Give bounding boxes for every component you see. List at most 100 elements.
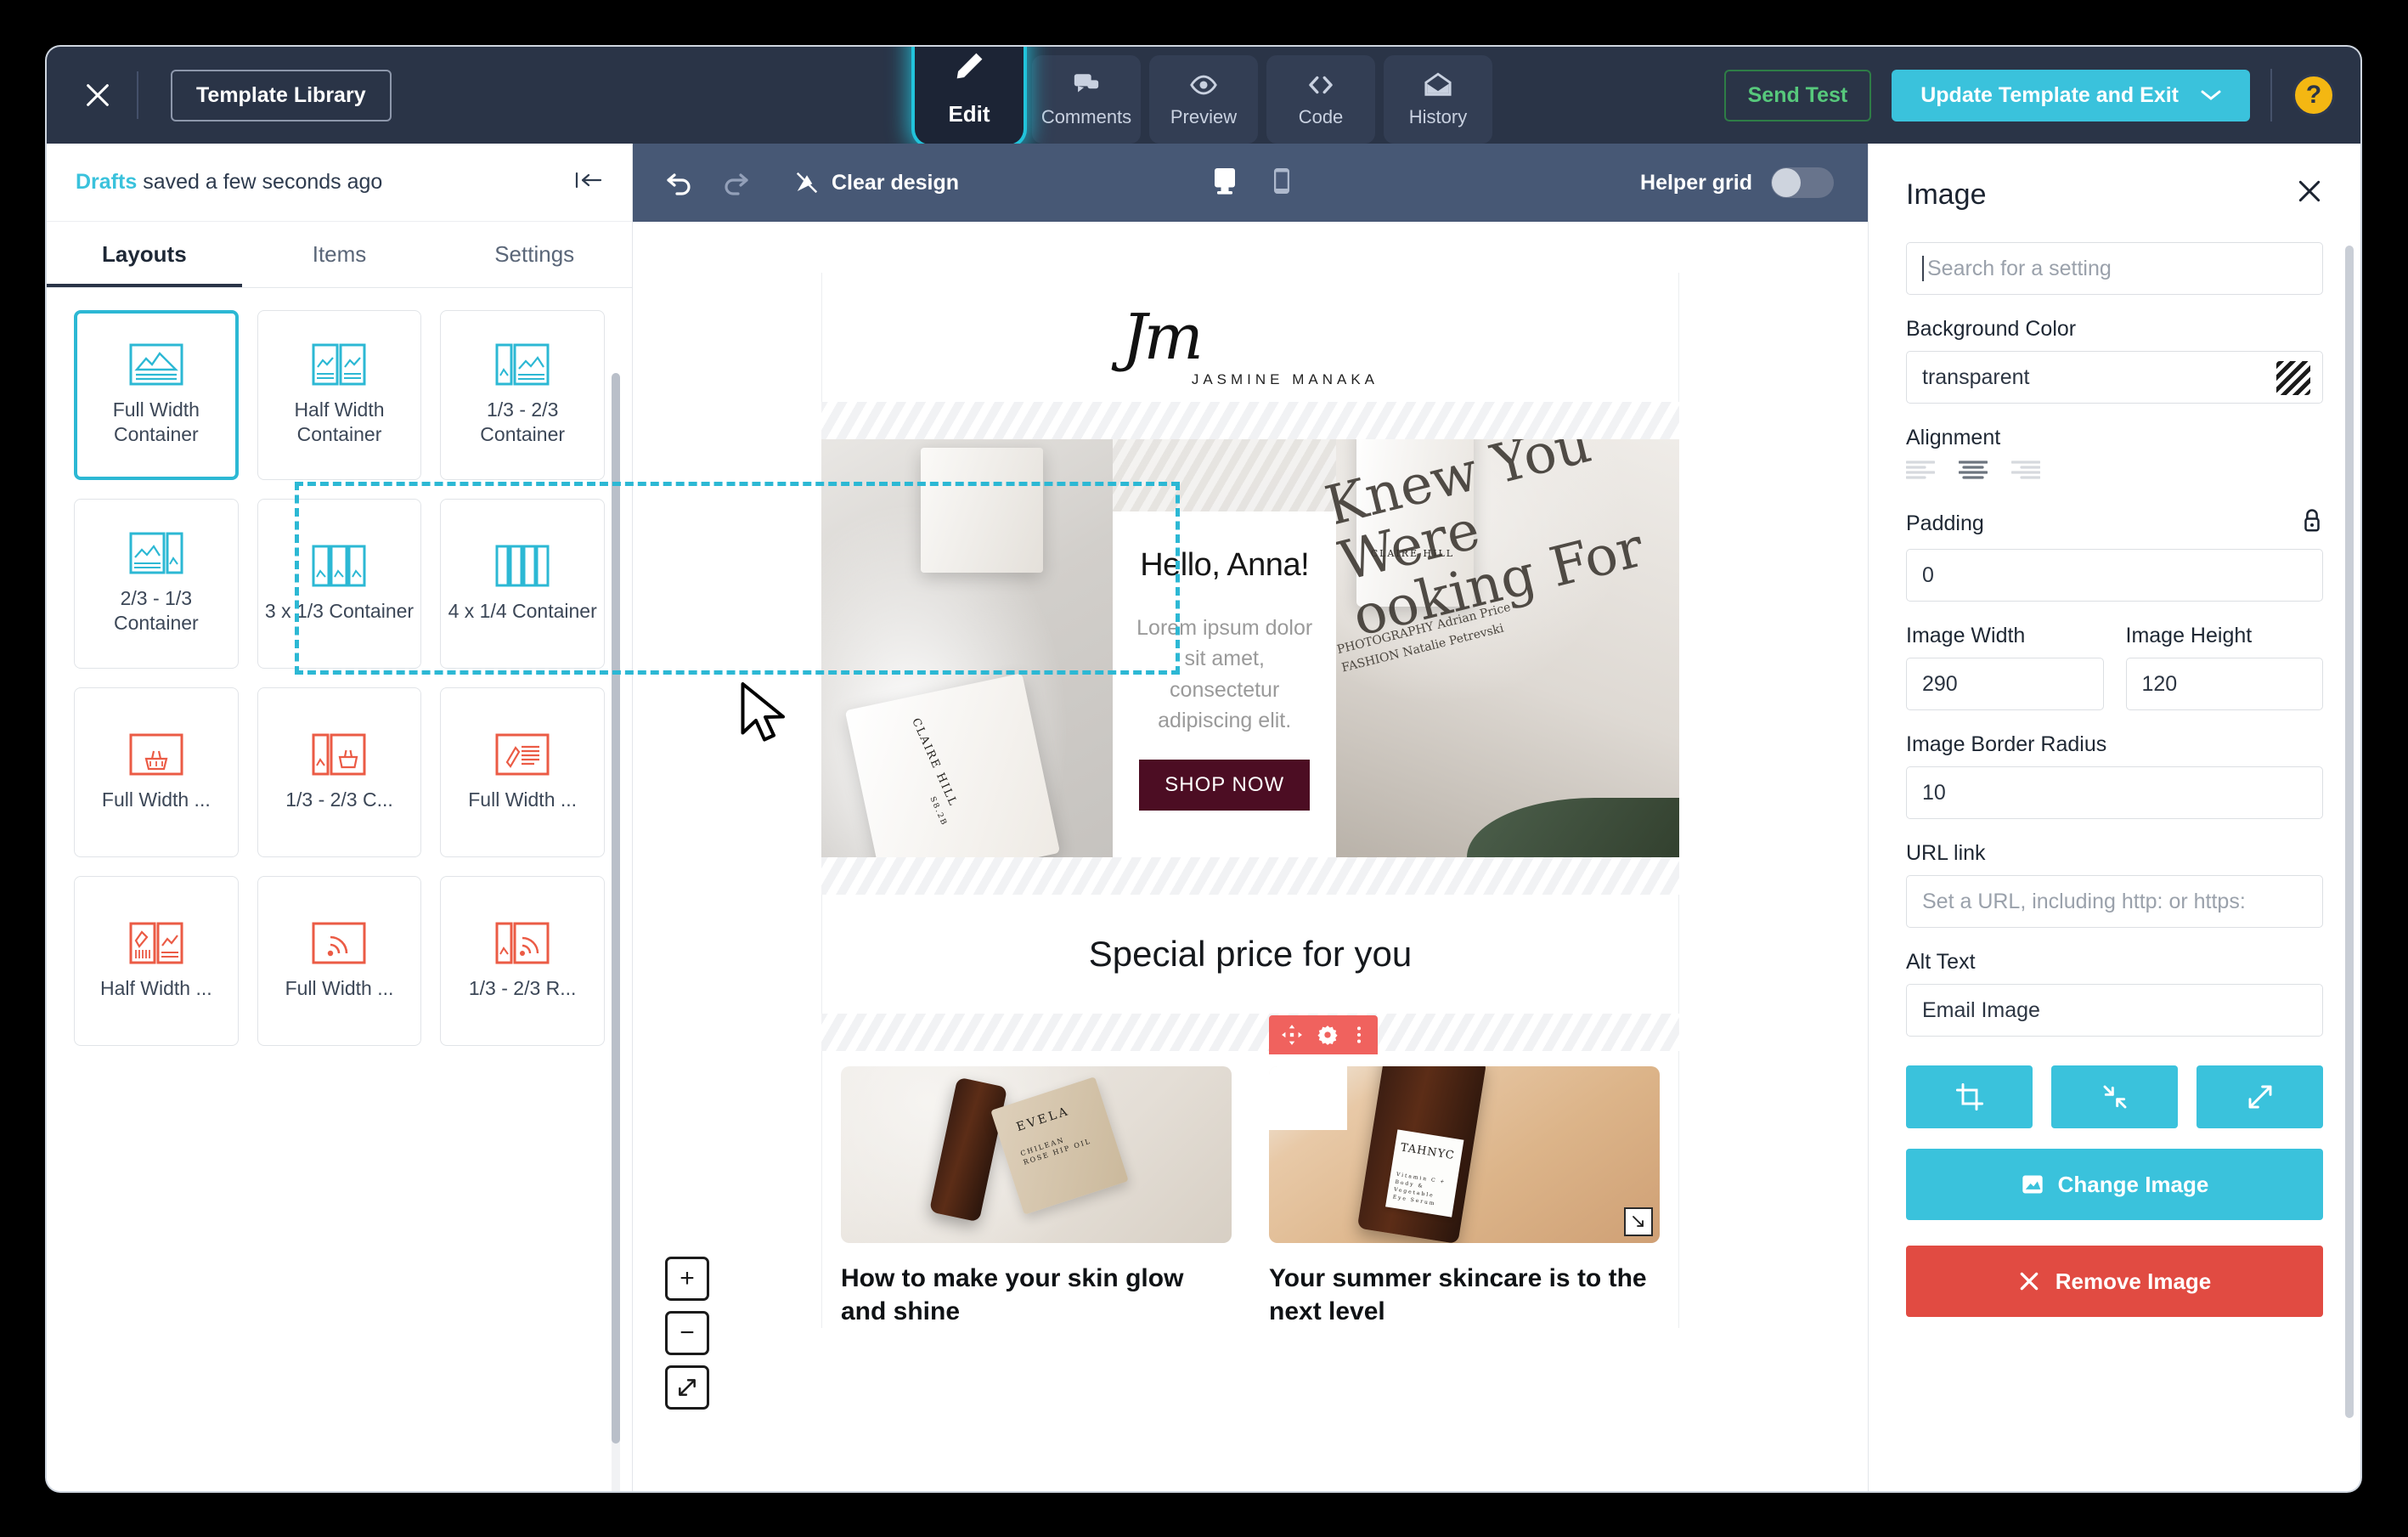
close-editor-button[interactable] [74, 71, 121, 119]
padding-lock-button[interactable] [2301, 508, 2323, 540]
move-handle-button[interactable] [1281, 1024, 1303, 1046]
collapse-sidebar-button[interactable] [574, 168, 603, 197]
template-library-button[interactable]: Template Library [171, 69, 392, 121]
tab-history[interactable]: History [1384, 55, 1492, 144]
hero-foliage [1467, 798, 1679, 857]
tab-items[interactable]: Items [242, 222, 437, 287]
search-setting-input[interactable]: Search for a setting [1906, 242, 2323, 295]
background-color-field[interactable]: transparent [1906, 351, 2323, 404]
padding-label-row: Padding [1906, 508, 2323, 540]
top-tool-group: Edit Comments Preview Code History [915, 47, 1492, 144]
image-border-radius-input[interactable]: 10 [1906, 766, 2323, 819]
tab-code[interactable]: Code [1266, 55, 1375, 144]
align-center-icon [1958, 461, 1988, 479]
desktop-view-button[interactable] [1208, 166, 1242, 201]
email-logo-block[interactable]: Jm JASMINE MANAKA [821, 273, 1679, 402]
layout-card-one-third-two-third-container[interactable]: 1/3 - 2/3 Container [440, 310, 605, 480]
align-right-button[interactable] [2010, 460, 2041, 486]
email-logo-mark: Jm [1121, 301, 1204, 374]
layout-card-two-third-one-third-container[interactable]: 2/3 - 1/3 Container [74, 499, 239, 669]
redo-button[interactable] [719, 170, 750, 195]
tab-layouts[interactable]: Layouts [47, 222, 242, 287]
send-test-button[interactable]: Send Test [1723, 69, 1872, 121]
zoom-in-button[interactable]: + [665, 1257, 709, 1301]
tab-settings[interactable]: Settings [437, 222, 632, 287]
alignment-label: Alignment [1906, 426, 2001, 449]
layout-card-full-width-rss[interactable]: Full Width ... [257, 876, 422, 1046]
align-left-button[interactable] [1905, 460, 1936, 486]
element-more-button[interactable] [1352, 1024, 1366, 1046]
special-price-title: Special price for you [1088, 934, 1413, 974]
layout-card-three-by-one-third-container[interactable]: 3 x 1/3 Container [257, 499, 422, 669]
chevron-down-icon [2201, 90, 2221, 100]
article-card-1-image[interactable]: EVELA CHILEAN ROSE HIP OIL [841, 1066, 1232, 1243]
expand-image-button[interactable] [2197, 1065, 2323, 1128]
zoom-out-button[interactable]: − [665, 1311, 709, 1355]
shrink-icon [2103, 1085, 2126, 1109]
one-third-two-third-rss-icon [495, 922, 550, 964]
layout-card-label: Half Width ... [100, 976, 212, 999]
panel-scrollbar-thumb[interactable] [2345, 246, 2354, 1418]
resize-handle-button[interactable] [1624, 1207, 1653, 1236]
hero-text-card[interactable]: Hello, Anna! Lorem ipsum dolor sit amet,… [1113, 511, 1336, 857]
layout-card-one-third-two-third-rss[interactable]: 1/3 - 2/3 R... [440, 876, 605, 1046]
close-icon [2298, 180, 2321, 202]
remove-image-button[interactable]: Remove Image [1906, 1246, 2323, 1317]
layout-card-half-width-container[interactable]: Half Width Container [257, 310, 422, 480]
mobile-view-button[interactable] [1271, 166, 1293, 201]
article-card-2[interactable]: TAHNYC Vitamin C + Body & Vegetable Eye … [1250, 1015, 1678, 1328]
close-panel-button[interactable] [2296, 178, 2323, 212]
layout-card-four-by-one-quarter-container[interactable]: 4 x 1/4 Container [440, 499, 605, 669]
canvas-scroll-region[interactable]: Jm JASMINE MANAKA CLAIRE HILL S8.2B CLAI… [633, 222, 1868, 1491]
sidebar-scrollbar-thumb[interactable] [612, 373, 620, 1444]
layout-card-label: Full Width ... [101, 788, 211, 811]
serum-brand-sub: Vitamin C + Body & Vegetable Eye Serum [1391, 1171, 1446, 1207]
alt-text-input[interactable]: Email Image [1906, 984, 2323, 1037]
image-border-radius-label: Image Border Radius [1906, 732, 2107, 756]
layout-card-full-width-product[interactable]: Full Width ... [74, 687, 239, 857]
one-third-two-third-container-icon [495, 343, 550, 386]
layout-card-full-width-article[interactable]: Full Width ... [440, 687, 605, 857]
url-link-input[interactable]: Set a URL, including http: or https: [1906, 875, 2323, 928]
shrink-image-button[interactable] [2051, 1065, 2178, 1128]
tab-edit-label: Edit [948, 101, 990, 127]
tab-edit[interactable]: Edit [915, 47, 1024, 144]
one-third-two-third-product-icon [312, 733, 366, 776]
image-height-input[interactable]: 120 [2125, 658, 2323, 710]
undo-button[interactable] [665, 170, 696, 195]
image-height-label: Image Height [2125, 624, 2253, 647]
article-card-1[interactable]: EVELA CHILEAN ROSE HIP OIL How to make y… [822, 1051, 1250, 1328]
transparent-swatch-icon[interactable] [2276, 361, 2310, 395]
undo-icon [667, 173, 691, 195]
email-hero-block[interactable]: CLAIRE HILL S8.2B CLAIRE HILL Knew You W… [821, 439, 1679, 857]
alt-text-label: Alt Text [1906, 950, 1976, 974]
full-width-product-icon [129, 733, 183, 776]
change-image-button[interactable]: Change Image [1906, 1149, 2323, 1220]
image-width-input[interactable]: 290 [1906, 658, 2104, 710]
helper-grid-toggle[interactable] [1771, 167, 1834, 198]
help-button[interactable]: ? [2292, 74, 2335, 116]
layouts-grid: Full Width Container Half Width Containe… [47, 288, 632, 1046]
image-settings-panel: Image Search for a setting Background Co… [1868, 144, 2360, 1491]
change-image-label: Change Image [2057, 1171, 2209, 1197]
layout-card-label: 2/3 - 1/3 Container [113, 587, 199, 634]
tab-comments[interactable]: Comments [1032, 55, 1141, 144]
layout-card-half-width-tag-image[interactable]: Half Width ... [74, 876, 239, 1046]
update-template-and-exit-button[interactable]: Update Template and Exit [1892, 69, 2250, 121]
layout-card-one-third-two-third-product[interactable]: 1/3 - 2/3 C... [257, 687, 422, 857]
tab-preview[interactable]: Preview [1149, 55, 1258, 144]
article-card-1-title: How to make your skin glow and shine [841, 1264, 1184, 1325]
align-center-button[interactable] [1958, 460, 1988, 486]
padding-input[interactable]: 0 [1906, 549, 2323, 602]
hero-image-right: CLAIRE HILL Knew You Were ooking For PHO… [1319, 439, 1679, 857]
layout-card-full-width-container[interactable]: Full Width Container [74, 310, 239, 480]
article-card-2-image[interactable]: TAHNYC Vitamin C + Body & Vegetable Eye … [1269, 1066, 1660, 1243]
special-price-block[interactable]: Special price for you [821, 895, 1679, 1014]
clear-design-button[interactable]: Clear design [794, 170, 959, 195]
desktop-icon [1215, 167, 1235, 195]
element-settings-button[interactable] [1317, 1024, 1339, 1046]
crop-image-button[interactable] [1906, 1065, 2033, 1128]
shop-now-button[interactable]: SHOP NOW [1139, 760, 1311, 811]
half-width-container-icon [312, 343, 366, 386]
fit-to-screen-button[interactable] [665, 1365, 709, 1410]
